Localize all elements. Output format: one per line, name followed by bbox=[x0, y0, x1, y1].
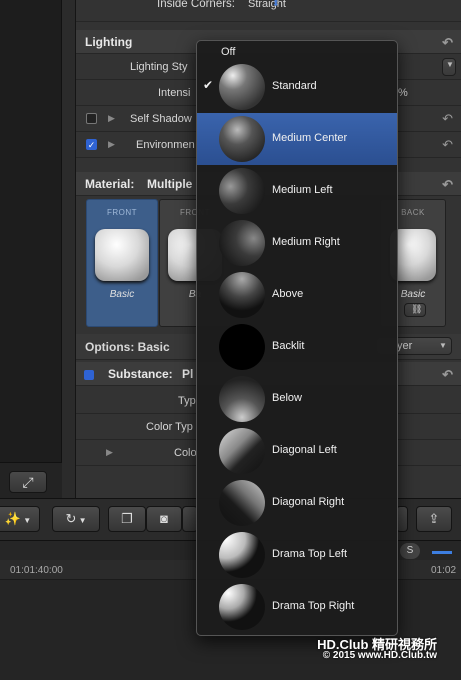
reset-icon[interactable]: ↶ bbox=[442, 177, 453, 193]
menu-item-drama-top-left[interactable]: Drama Top Left bbox=[197, 529, 397, 581]
chevron-down-icon: ▼ bbox=[446, 60, 454, 69]
self-shadows-checkbox[interactable] bbox=[86, 113, 97, 124]
substance-value: Pl bbox=[182, 367, 194, 381]
type-label: Typ bbox=[178, 395, 196, 407]
lighting-preview-sphere bbox=[219, 116, 265, 162]
material-value: Multiple bbox=[147, 177, 193, 191]
menu-item-medium-left[interactable]: Medium Left bbox=[197, 165, 397, 217]
snapshot-button[interactable]: ◙ bbox=[146, 506, 182, 532]
timecode-right: 01:02 bbox=[431, 565, 457, 576]
lighting-preview-sphere bbox=[219, 272, 265, 318]
environment-checkbox[interactable]: ✓ bbox=[86, 139, 97, 150]
lighting-preview-sphere bbox=[219, 584, 265, 630]
menu-item-diagonal-right[interactable]: Diagonal Right bbox=[197, 477, 397, 529]
reset-icon[interactable]: ↶ bbox=[442, 367, 453, 383]
viewer-pane bbox=[0, 0, 62, 498]
lighting-preview-sphere bbox=[219, 376, 265, 422]
clip-button[interactable]: ❐ bbox=[108, 506, 146, 532]
reset-icon[interactable]: ↶ bbox=[442, 35, 453, 51]
fullscreen-expand-button[interactable]: ⤢ bbox=[9, 471, 47, 493]
intensity-percent: % bbox=[398, 87, 408, 99]
checkmark-icon: ✔ bbox=[203, 78, 214, 92]
options-label: Options: Basic bbox=[85, 340, 170, 354]
menu-item-medium-right[interactable]: Medium Right bbox=[197, 217, 397, 269]
intensity-label: Intensi bbox=[158, 87, 191, 99]
menu-item-drama-top-right[interactable]: Drama Top Right bbox=[197, 581, 397, 633]
menu-item-label: Above bbox=[272, 288, 304, 300]
lighting-preview-sphere bbox=[219, 428, 265, 474]
inside-corners-label: Inside Corners: bbox=[157, 0, 235, 10]
filmstrip-icon: ❐ bbox=[121, 511, 133, 526]
camera-icon: ◙ bbox=[160, 511, 168, 526]
enable-checkbox[interactable] bbox=[84, 370, 94, 380]
color-type-label: Color Typ bbox=[146, 421, 193, 433]
menu-item-diagonal-left[interactable]: Diagonal Left bbox=[197, 425, 397, 477]
menu-item-medium-center[interactable]: Medium Center bbox=[197, 113, 397, 165]
menu-item-label: Drama Top Right bbox=[272, 600, 355, 612]
menu-item-backlit[interactable]: Backlit bbox=[197, 321, 397, 373]
material-tile-front[interactable]: FRONT Basic bbox=[86, 199, 158, 327]
menu-item-label: Backlit bbox=[272, 340, 305, 352]
inside-corners-row: Inside Corners: Straight ⬍ bbox=[76, 0, 461, 22]
reset-icon[interactable]: ↶ bbox=[442, 137, 453, 153]
stepper-icon[interactable]: ⬍ bbox=[272, 0, 280, 9]
share-button[interactable]: ⇪ bbox=[416, 506, 452, 532]
expand-arrows-icon: ⤢ bbox=[22, 474, 34, 490]
menu-item-label: Diagonal Right bbox=[272, 496, 345, 508]
menu-item-label: Medium Right bbox=[272, 236, 340, 248]
lighting-style-menu: Off ✔ Standard Medium Center Medium Left Med… bbox=[196, 40, 398, 636]
material-preview bbox=[95, 229, 149, 281]
disclosure-triangle-icon[interactable]: ▶ bbox=[108, 113, 115, 124]
chevron-down-icon: ▼ bbox=[439, 341, 447, 350]
inside-corners-value[interactable]: Straight bbox=[248, 0, 286, 10]
lighting-header-label: Lighting bbox=[85, 35, 133, 49]
chevron-down-icon: ▼ bbox=[21, 516, 32, 525]
link-icon: ⛓ bbox=[411, 304, 423, 314]
menu-item-label: Below bbox=[272, 392, 302, 404]
menu-item-above[interactable]: Above bbox=[197, 269, 397, 321]
reset-icon[interactable]: ↶ bbox=[442, 111, 453, 127]
options-dropdown-value: yer bbox=[397, 340, 413, 352]
lighting-preview-sphere bbox=[219, 64, 265, 110]
timecode-left: 01:01:40:00 bbox=[10, 565, 63, 576]
substance-label: Substance: bbox=[108, 367, 173, 381]
lighting-preview-sphere bbox=[219, 324, 265, 370]
menu-item-label: Medium Left bbox=[272, 184, 333, 196]
menu-item-standard[interactable]: ✔ Standard bbox=[197, 61, 397, 113]
lighting-preview-sphere bbox=[219, 220, 265, 266]
disclosure-triangle-icon[interactable]: ▶ bbox=[108, 139, 115, 150]
menu-item-label: Standard bbox=[272, 80, 317, 92]
tile-name: Basic bbox=[109, 289, 135, 300]
chevron-down-icon: ▼ bbox=[76, 516, 87, 525]
lighting-preview-sphere bbox=[219, 480, 265, 526]
clip-appearance-icon[interactable]: ▬▬ bbox=[432, 546, 454, 557]
lighting-preview-sphere bbox=[219, 532, 265, 578]
share-icon: ⇪ bbox=[428, 511, 440, 526]
self-shadows-label: Self Shadow bbox=[130, 113, 192, 125]
menu-item-below[interactable]: Below bbox=[197, 373, 397, 425]
color-label: Colo bbox=[174, 447, 197, 459]
solo-icon[interactable]: S bbox=[400, 543, 420, 559]
link-button[interactable]: ⛓ bbox=[404, 303, 426, 317]
magic-wand-icon: ✨ bbox=[4, 511, 22, 526]
watermark-line2: © 2015 www.HD.Club.tw bbox=[322, 650, 437, 661]
tile-caption: FRONT bbox=[106, 208, 138, 217]
menu-item-off[interactable]: Off bbox=[221, 46, 235, 58]
magic-wand-button[interactable]: ✨ ▼ bbox=[0, 506, 40, 532]
lighting-preview-sphere bbox=[219, 168, 265, 214]
retime-icon: ↻ bbox=[65, 511, 77, 526]
material-header-label: Material: bbox=[85, 177, 135, 191]
lighting-style-label: Lighting Sty bbox=[130, 61, 188, 73]
environment-label: Environmen bbox=[136, 139, 195, 151]
menu-item-label: Medium Center bbox=[272, 132, 348, 144]
disclosure-triangle-icon[interactable]: ▶ bbox=[106, 447, 113, 458]
menu-item-label: Diagonal Left bbox=[272, 444, 337, 456]
retime-button[interactable]: ↻ ▼ bbox=[52, 506, 100, 532]
menu-item-label: Drama Top Left bbox=[272, 548, 348, 560]
